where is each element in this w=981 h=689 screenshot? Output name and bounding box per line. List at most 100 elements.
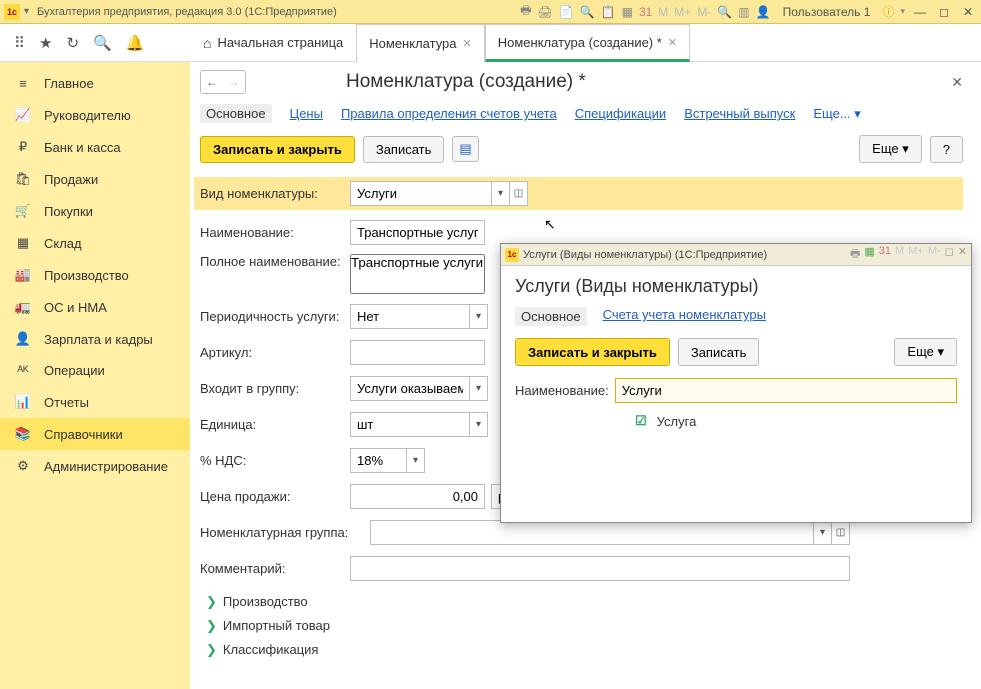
save-button[interactable]: Записать [363,136,445,163]
unit-input[interactable] [351,413,469,436]
dropdown-icon[interactable]: ▾ [469,377,487,400]
tab-close-icon[interactable]: ✕ [463,37,472,50]
modal-link-accounts[interactable]: Счета учета номенклатуры [603,307,766,326]
user-label[interactable]: Пользователь 1 [783,5,871,19]
link-accounts[interactable]: Правила определения счетов учета [341,106,557,121]
link-counter[interactable]: Встречный выпуск [684,106,795,121]
print-icon[interactable]: 🖨 [538,5,553,19]
sidebar-item-bank[interactable]: ₽Банк и касса [0,131,190,163]
close-window-icon[interactable]: ✕ [959,5,977,19]
checkbox-checked-icon[interactable]: ☑ [635,413,647,429]
open-ref-icon[interactable]: ◫ [831,521,849,544]
tab-home[interactable]: ⌂ Начальная страница [190,24,356,61]
maximize-icon[interactable]: ◻ [945,245,954,264]
fullname-input[interactable] [350,254,485,294]
sidebar-item-sales[interactable]: 🛍Продажи [0,163,190,195]
dropdown-icon[interactable]: ▾ [469,413,487,436]
star-icon[interactable]: ★ [39,34,52,52]
chevron-right-icon: ❯ [206,594,217,609]
link-more[interactable]: Еще... ▾ [813,106,860,122]
link-specs[interactable]: Спецификации [575,106,667,121]
tab-nomenclature-create[interactable]: Номенклатура (создание) * ✕ [485,24,690,62]
modal-save-close-button[interactable]: Записать и закрыть [515,338,670,366]
modal-link-main[interactable]: Основное [515,307,587,326]
label-type: Вид номенклатуры: [200,186,350,201]
sidebar-item-production[interactable]: 🏭Производство [0,259,190,291]
more-button[interactable]: Еще ▾ [859,135,922,163]
minimize-icon[interactable]: — [911,5,929,19]
mminus-icon[interactable]: M- [697,5,711,19]
tab-nomenclature[interactable]: Номенклатура ✕ [356,24,484,62]
maximize-icon[interactable]: ◻ [935,5,953,19]
sidebar-item-purchases[interactable]: 🛒Покупки [0,195,190,227]
dropdown-icon[interactable]: ▾ [813,521,831,544]
nomgroup-input[interactable] [371,521,813,544]
back-button[interactable]: ← [201,71,223,93]
sidebar-item-catalogs[interactable]: 📚Справочники [0,418,190,450]
modal-more-button[interactable]: Еще ▾ [894,338,957,366]
link-prices[interactable]: Цены [290,106,323,121]
dropdown-icon[interactable]: ▾ [469,305,487,328]
zoom-icon[interactable]: 🔍 [717,5,732,19]
forward-button[interactable]: → [223,71,245,93]
m-icon[interactable]: M [895,245,904,264]
type-input[interactable] [351,182,491,205]
calc-icon[interactable]: ▦ [622,5,633,19]
bell-icon[interactable]: 🔔 [126,34,145,52]
mplus-icon[interactable]: M+ [674,5,691,19]
sidebar-item-manager[interactable]: 📈Руководителю [0,99,190,131]
mminus-icon[interactable]: M- [928,245,941,264]
close-page-icon[interactable]: ✕ [951,74,963,91]
m-icon[interactable]: M [658,5,668,19]
help-button[interactable]: ? [930,136,963,163]
sidebar-item-reports[interactable]: 📊Отчеты [0,386,190,418]
modal-check-label: Услуга [657,414,697,429]
print-preview-icon[interactable]: 🖶 [520,1,531,22]
tab-close-icon[interactable]: ✕ [668,36,677,49]
expand-import[interactable]: ❯Импортный товар [200,614,963,638]
comment-input[interactable] [350,556,850,581]
group-input[interactable] [351,377,469,400]
dropdown-icon[interactable]: ▾ [491,182,509,205]
info-dd-icon[interactable]: ▾ [900,6,905,17]
open-ref-icon[interactable]: ◫ [509,182,527,205]
calendar-icon[interactable]: 31 [879,245,891,264]
sidebar-item-warehouse[interactable]: ▦Склад [0,227,190,259]
expand-production[interactable]: ❯Производство [200,590,963,614]
sidebar-item-assets[interactable]: 🚛ОС и НМА [0,291,190,323]
page-title: Номенклатура (создание) * [346,71,586,93]
modal-name-input[interactable] [615,378,957,403]
app-menu-dropdown-icon[interactable]: ▾ [24,6,29,17]
sidebar-item-operations[interactable]: ᴬᴷОперации [0,355,190,386]
name-input[interactable] [350,220,485,245]
save-close-button[interactable]: Записать и закрыть [200,136,355,163]
link-main[interactable]: Основное [200,104,272,123]
compare-icon[interactable]: 🔍 [580,5,595,19]
sidebar-item-admin[interactable]: ⚙Администрирование [0,450,190,482]
combo-group: ▾ [350,376,488,401]
copy-icon[interactable]: 📋 [601,5,616,19]
mplus-icon[interactable]: M+ [908,245,924,264]
dropdown-icon[interactable]: ▾ [406,449,424,472]
expand-classification[interactable]: ❯Классификация [200,638,963,662]
search-icon[interactable]: 🔍 [93,34,112,52]
doc-icon[interactable]: 📄 [559,5,574,19]
history-icon[interactable]: ↻ [66,34,79,52]
close-modal-icon[interactable]: ✕ [958,245,967,264]
nds-input[interactable] [351,449,406,472]
list-button[interactable]: ▤ [452,136,478,162]
calendar-icon[interactable]: 31 [639,5,652,19]
period-input[interactable] [351,305,469,328]
calc-icon[interactable]: ▦ [864,245,874,264]
price-input[interactable] [350,484,485,509]
sidebar-item-salary[interactable]: 👤Зарплата и кадры [0,323,190,355]
artikul-input[interactable] [350,340,485,365]
modal-save-button[interactable]: Записать [678,338,760,366]
cart-icon: 🛒 [14,203,32,219]
info-icon[interactable]: ⓘ [882,3,894,20]
sidebar-item-main[interactable]: ≡Главное [0,68,190,99]
apps-icon[interactable]: ⠿ [14,34,25,52]
print-icon[interactable]: 🖶 [850,245,860,264]
label-period: Периодичность услуги: [200,309,350,324]
favorites-icon[interactable]: ▥ [738,5,749,19]
